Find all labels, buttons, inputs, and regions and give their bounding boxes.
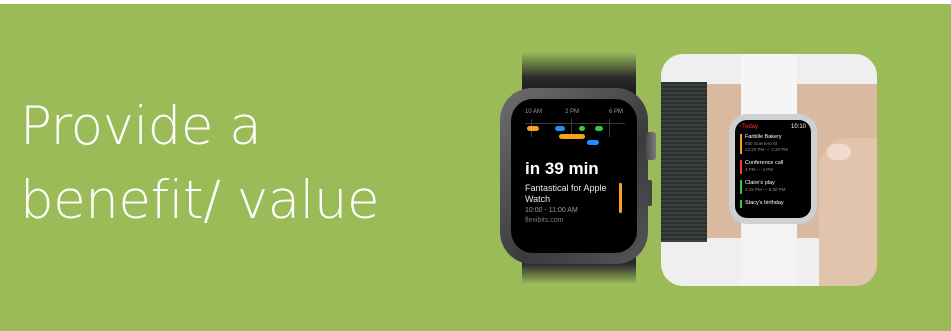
sleeve-texture	[661, 82, 707, 242]
event-color-bar	[740, 160, 742, 174]
white-band-bottom	[741, 218, 797, 286]
clock-text: 10:10	[790, 124, 806, 130]
watch-screen: 10 AM 2 PM 6 PM in 39 min Fantastical fo…	[511, 99, 637, 253]
timeline-label-3: 6 PM	[609, 109, 624, 115]
timeline-chart-icon	[525, 123, 625, 124]
timeline-tick	[609, 119, 610, 137]
list-item-subtitle: 930 Guerrero St	[745, 141, 778, 146]
apple-watch-fantastical-image: 10 AM 2 PM 6 PM in 39 min Fantastical fo…	[500, 52, 660, 284]
event-url: flexibits.com	[525, 217, 564, 224]
event-color-bar	[740, 200, 742, 208]
digital-crown-icon	[646, 132, 656, 160]
timeline-event	[579, 126, 585, 131]
list-item-title: Stacy's birthday	[745, 200, 784, 206]
timeline-event	[595, 126, 603, 131]
list-item-title: Claire's play	[745, 180, 775, 186]
list-item: Claire's play 4:15 PM — 5:30 PM	[740, 180, 806, 194]
list-item: Conference call 3 PM — 4 PM	[740, 160, 806, 174]
timeline-label-1: 10 AM	[525, 109, 543, 115]
event-color-bar	[740, 134, 742, 154]
list-item-title: Farbille Bakery	[745, 134, 782, 140]
timeline-event	[587, 140, 599, 145]
side-button	[647, 180, 652, 206]
list-item-subtitle: 4:15 PM — 5:30 PM	[745, 187, 786, 192]
list-item: Farbille Bakery 930 Guerrero St 12:20 PM…	[740, 134, 806, 154]
countdown-text: in 39 min	[525, 159, 599, 178]
list-item-time: 12:20 PM — 2:20 PM	[745, 147, 789, 152]
headline-line-1: Provide a	[20, 96, 262, 157]
list-item: Stacy's birthday	[740, 200, 806, 208]
timeline-event	[559, 134, 585, 139]
today-back-link: ‹Today	[740, 124, 759, 130]
timeline-event	[555, 126, 565, 131]
thumb	[819, 138, 877, 286]
timeline-labels: 10 AM 2 PM 6 PM	[525, 109, 629, 119]
headline-line-2: benefit/ value	[20, 170, 380, 231]
list-item-title: Conference call	[745, 160, 784, 166]
timeline-event	[527, 126, 539, 131]
watch-case: 10 AM 2 PM 6 PM in 39 min Fantastical fo…	[500, 88, 648, 264]
list-item-subtitle: 3 PM — 4 PM	[745, 167, 774, 172]
watch-on-wrist-photo: ‹Today 10:10 Farbille Bakery 930 Guerrer…	[661, 54, 877, 286]
event-title: Fantastical for Apple Watch	[525, 183, 607, 204]
event-color-bar	[619, 183, 622, 213]
event-time: 10:00 - 11:00 AM	[525, 207, 578, 214]
thumbnail	[827, 144, 851, 160]
headline: Provide a benefit/ value	[20, 90, 380, 238]
event-color-bar	[740, 180, 742, 194]
slide: Provide a benefit/ value 10 AM 2 PM 6 PM	[0, 4, 951, 331]
watch-screen-list: ‹Today 10:10 Farbille Bakery 930 Guerrer…	[735, 120, 811, 218]
timeline-label-2: 2 PM	[565, 109, 580, 115]
watch-case-silver: ‹Today 10:10 Farbille Bakery 930 Guerrer…	[729, 114, 817, 224]
